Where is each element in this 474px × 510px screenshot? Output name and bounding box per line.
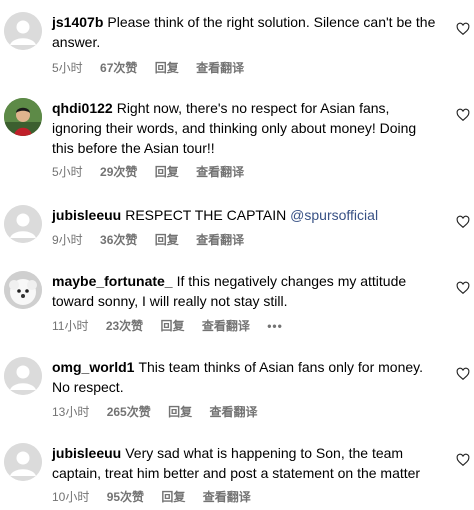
dog-avatar[interactable] — [4, 271, 42, 309]
more-horizontal-icon[interactable]: ••• — [267, 319, 283, 333]
comment-meta: 13小时 265次赞 回复 查看翻译 — [52, 404, 271, 420]
comment-username[interactable]: jubisleeuu — [52, 207, 121, 223]
comment-content: RESPECT THE CAPTAIN — [125, 207, 287, 223]
translate-button[interactable]: 查看翻译 — [203, 490, 251, 504]
comment-username[interactable]: jubisleeuu — [52, 445, 121, 461]
comment-time: 9小时 — [52, 233, 83, 247]
comment-username[interactable]: maybe_fortunate_ — [52, 273, 173, 289]
default-avatar[interactable] — [4, 12, 42, 50]
comment-meta: 11小时 23次赞 回复 查看翻译 ••• — [52, 318, 297, 334]
comment-time: 13小时 — [52, 405, 90, 419]
comment-text: jubisleeuu Very sad what is happening to … — [52, 443, 440, 483]
comment-likes[interactable]: 67次赞 — [100, 61, 137, 75]
translate-button[interactable]: 查看翻译 — [202, 319, 250, 333]
comment-likes[interactable]: 36次赞 — [100, 233, 137, 247]
comment-likes[interactable]: 23次赞 — [106, 319, 143, 333]
comment-time: 10小时 — [52, 490, 90, 504]
translate-button[interactable]: 查看翻译 — [209, 405, 257, 419]
comment-text: maybe_fortunate_ If this negatively chang… — [52, 271, 440, 311]
comment-likes[interactable]: 29次赞 — [100, 165, 137, 179]
heart-outline-icon[interactable] — [456, 108, 470, 122]
heart-outline-icon[interactable] — [456, 367, 470, 381]
comment-content: Please think of the right solution. Sile… — [52, 14, 436, 50]
heart-outline-icon[interactable] — [456, 281, 470, 295]
mention-link[interactable]: @spursofficial — [290, 207, 378, 223]
comment-time: 11小时 — [52, 319, 89, 333]
photo-avatar[interactable] — [4, 98, 42, 136]
comment-meta: 9小时 36次赞 回复 查看翻译 — [52, 232, 258, 248]
comment-username[interactable]: omg_world1 — [52, 359, 134, 375]
comment-meta: 5小时 67次赞 回复 查看翻译 — [52, 60, 258, 76]
default-avatar[interactable] — [4, 205, 42, 243]
comment-text: omg_world1 This team thinks of Asian fans… — [52, 357, 440, 397]
comment-username[interactable]: js1407b — [52, 14, 103, 30]
heart-outline-icon[interactable] — [456, 215, 470, 229]
comment-likes[interactable]: 95次赞 — [107, 490, 144, 504]
comment-likes[interactable]: 265次赞 — [107, 405, 151, 419]
heart-outline-icon[interactable] — [456, 22, 470, 36]
reply-button[interactable]: 回复 — [155, 61, 179, 75]
comment-time: 5小时 — [52, 61, 83, 75]
comment-text: js1407b Please think of the right solutio… — [52, 12, 440, 52]
default-avatar[interactable] — [4, 443, 42, 481]
default-avatar[interactable] — [4, 357, 42, 395]
translate-button[interactable]: 查看翻译 — [196, 165, 244, 179]
reply-button[interactable]: 回复 — [161, 319, 185, 333]
translate-button[interactable]: 查看翻译 — [196, 233, 244, 247]
reply-button[interactable]: 回复 — [155, 233, 179, 247]
comment-meta: 10小时 95次赞 回复 查看翻译 — [52, 489, 265, 505]
heart-outline-icon[interactable] — [456, 453, 470, 467]
comment-text: qhdi0122 Right now, there's no respect fo… — [52, 98, 440, 158]
comment-text: jubisleeuu RESPECT THE CAPTAIN @spursoffi… — [52, 205, 440, 225]
reply-button[interactable]: 回复 — [168, 405, 192, 419]
reply-button[interactable]: 回复 — [155, 165, 179, 179]
comment-username[interactable]: qhdi0122 — [52, 100, 113, 116]
comment-time: 5小时 — [52, 165, 83, 179]
reply-button[interactable]: 回复 — [161, 490, 185, 504]
comment-meta: 5小时 29次赞 回复 查看翻译 — [52, 164, 258, 180]
translate-button[interactable]: 查看翻译 — [196, 61, 244, 75]
